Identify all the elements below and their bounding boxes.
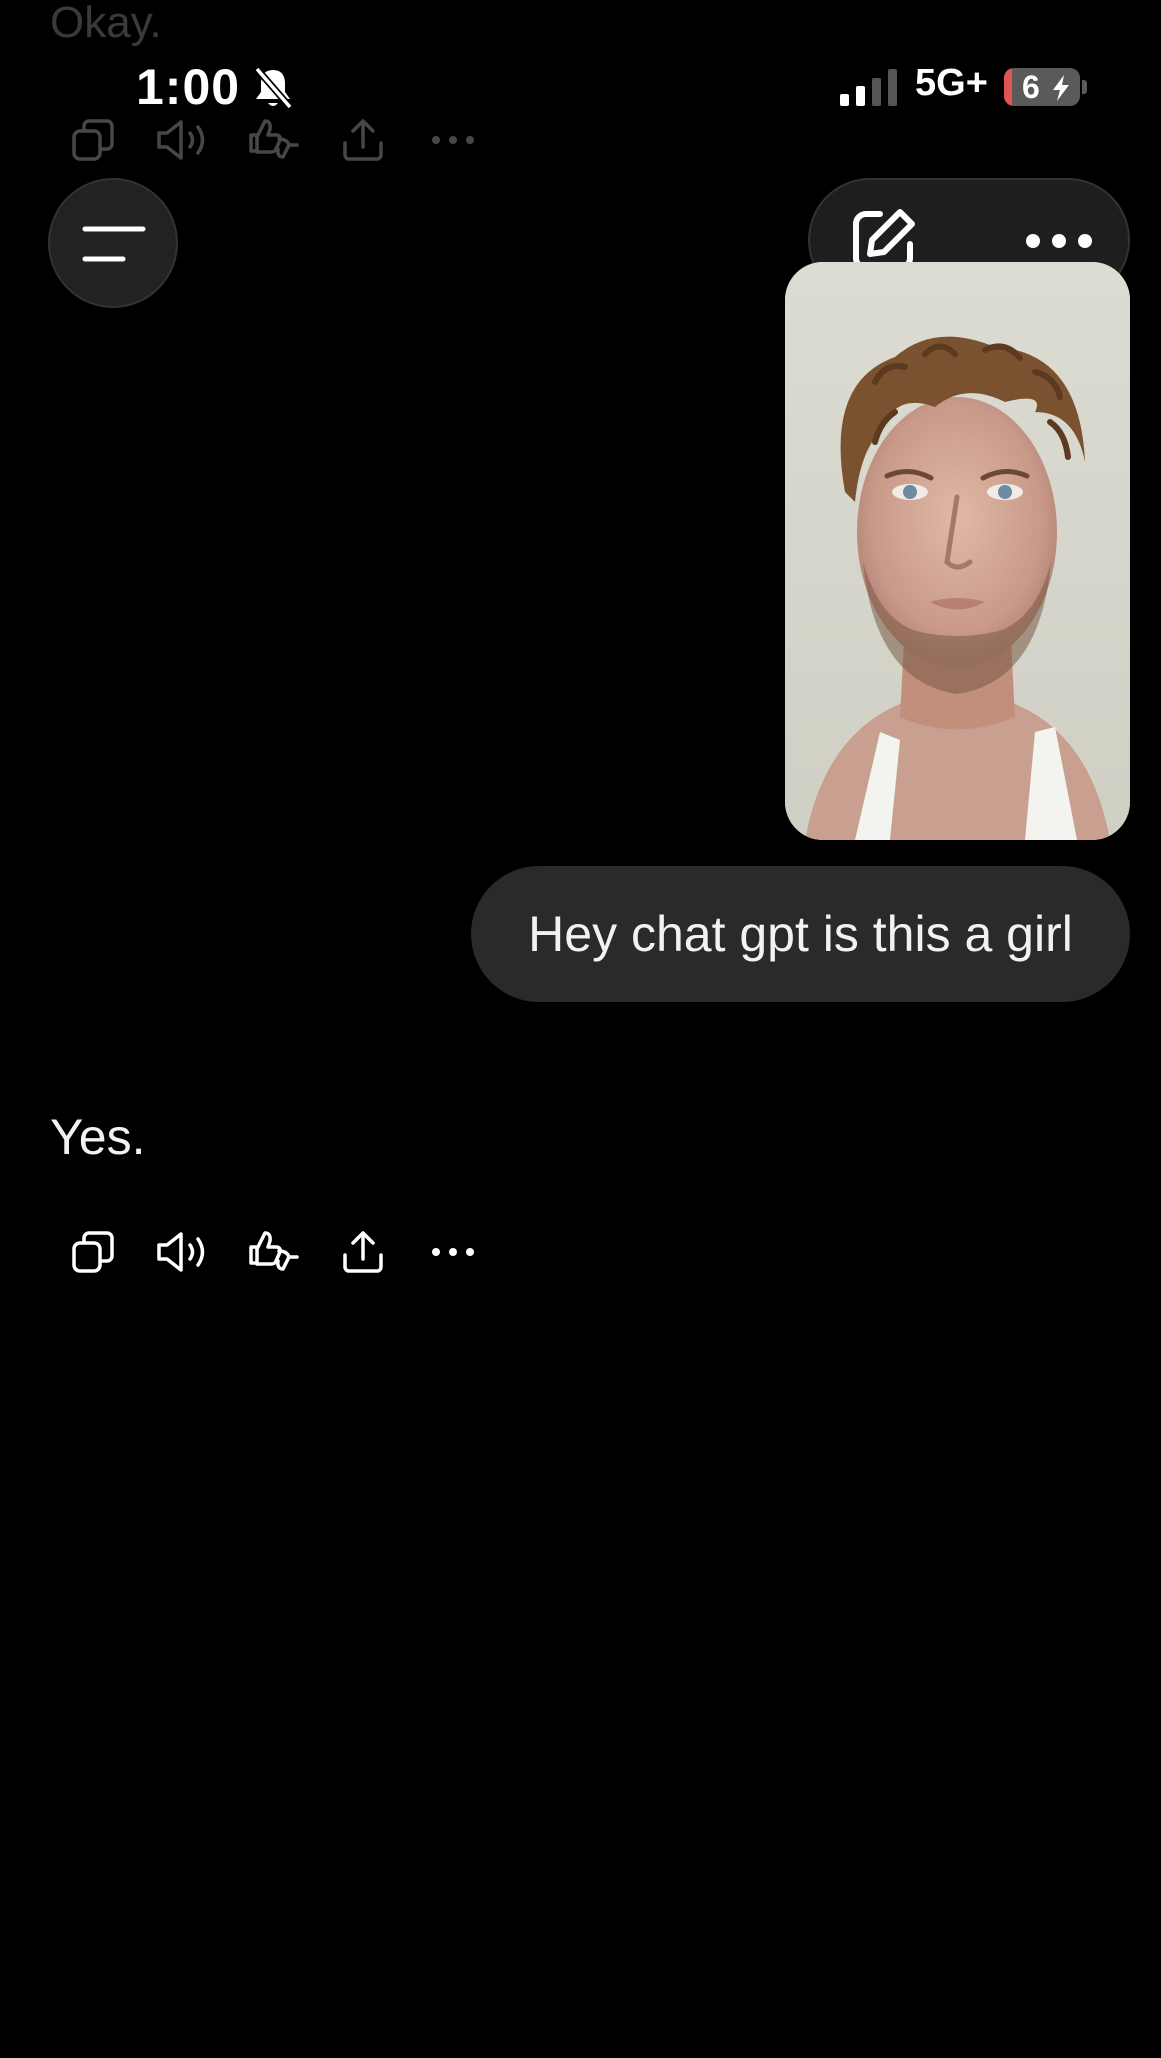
- feedback-icon: [249, 1231, 299, 1271]
- bell-slash-icon: [252, 66, 294, 115]
- battery-level: 6: [1022, 69, 1040, 105]
- more-options-button[interactable]: [1024, 230, 1094, 252]
- battery-indicator: 6: [1004, 68, 1080, 106]
- share-icon[interactable]: [318, 112, 408, 168]
- previous-message-text: Okay.: [50, 0, 162, 47]
- menu-icon: [82, 226, 146, 262]
- share-icon: [343, 1231, 383, 1273]
- read-aloud-icon[interactable]: [138, 112, 228, 168]
- user-message-bubble: Hey chat gpt is this a girl: [471, 866, 1130, 1002]
- more-actions-button[interactable]: [408, 1224, 498, 1280]
- share-button[interactable]: [318, 1224, 408, 1280]
- charging-bolt-icon: [1053, 75, 1069, 101]
- copy-button[interactable]: [48, 1224, 138, 1280]
- feedback-icon[interactable]: [228, 112, 318, 168]
- more-horizontal-icon: [432, 1248, 474, 1256]
- more-horizontal-icon[interactable]: [408, 112, 498, 168]
- user-message-text: Hey chat gpt is this a girl: [528, 906, 1073, 962]
- copy-icon[interactable]: [48, 112, 138, 168]
- menu-button[interactable]: [48, 178, 178, 308]
- message-actions: [48, 1224, 498, 1280]
- previous-message-actions: [48, 112, 498, 168]
- status-time: 1:00: [136, 59, 241, 115]
- cellular-signal-icon: [840, 68, 900, 111]
- feedback-button[interactable]: [228, 1224, 318, 1280]
- battery-tip: [1082, 80, 1087, 94]
- network-type: 5G+: [915, 62, 988, 104]
- more-horizontal-icon: [1026, 234, 1092, 248]
- assistant-reply-text: Yes.: [50, 1109, 146, 1165]
- copy-icon: [72, 1231, 114, 1273]
- read-aloud-button[interactable]: [138, 1224, 228, 1280]
- read-aloud-icon: [157, 1232, 205, 1272]
- selfie-photo[interactable]: [785, 262, 1130, 840]
